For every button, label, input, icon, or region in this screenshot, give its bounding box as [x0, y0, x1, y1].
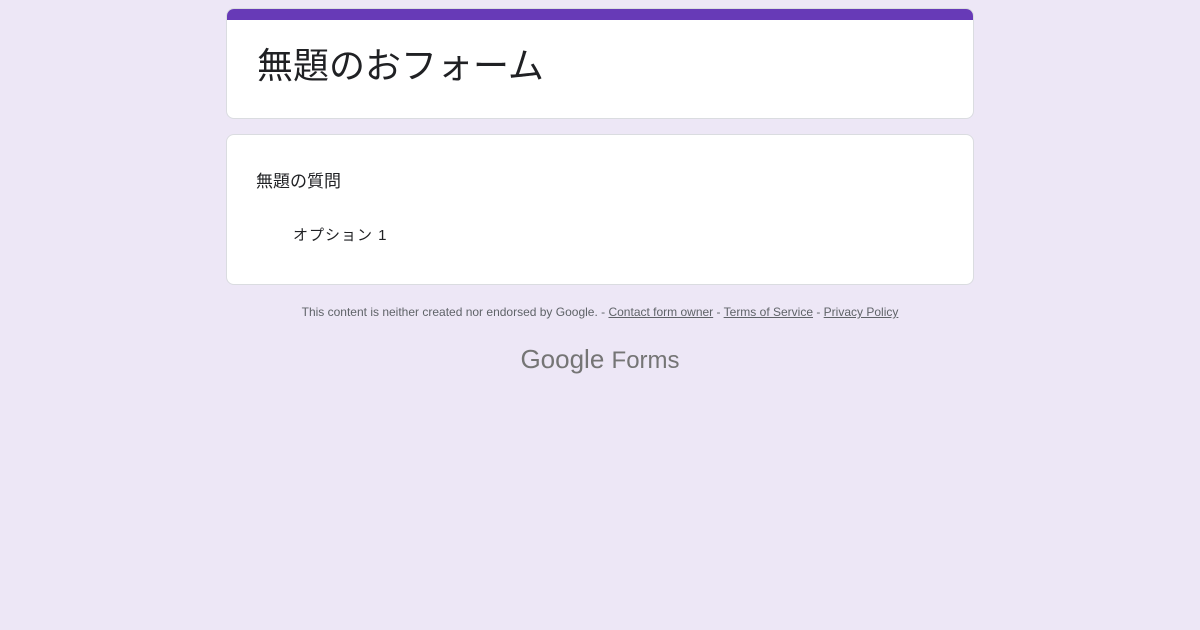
separator: -: [813, 305, 824, 319]
terms-link[interactable]: Terms of Service: [724, 305, 813, 319]
forms-wordmark: Forms: [611, 347, 680, 374]
question-card: 無題の質問 オプション 1: [226, 134, 974, 285]
form-title: 無題のおフォーム: [257, 45, 544, 86]
option-1[interactable]: オプション 1: [293, 224, 388, 245]
disclaimer-text: This content is neither created nor endo…: [301, 305, 609, 319]
contact-owner-link[interactable]: Contact form owner: [608, 305, 713, 319]
privacy-link[interactable]: Privacy Policy: [824, 305, 899, 319]
question-title: 無題の質問: [256, 172, 341, 191]
footer: This content is neither created nor endo…: [0, 305, 1200, 319]
separator: -: [713, 305, 724, 319]
accent-bar: [227, 9, 973, 20]
google-wordmark: Google: [520, 344, 605, 374]
google-forms-logo[interactable]: Google Forms: [0, 344, 1200, 375]
form-header-card: 無題のおフォーム: [226, 8, 974, 119]
